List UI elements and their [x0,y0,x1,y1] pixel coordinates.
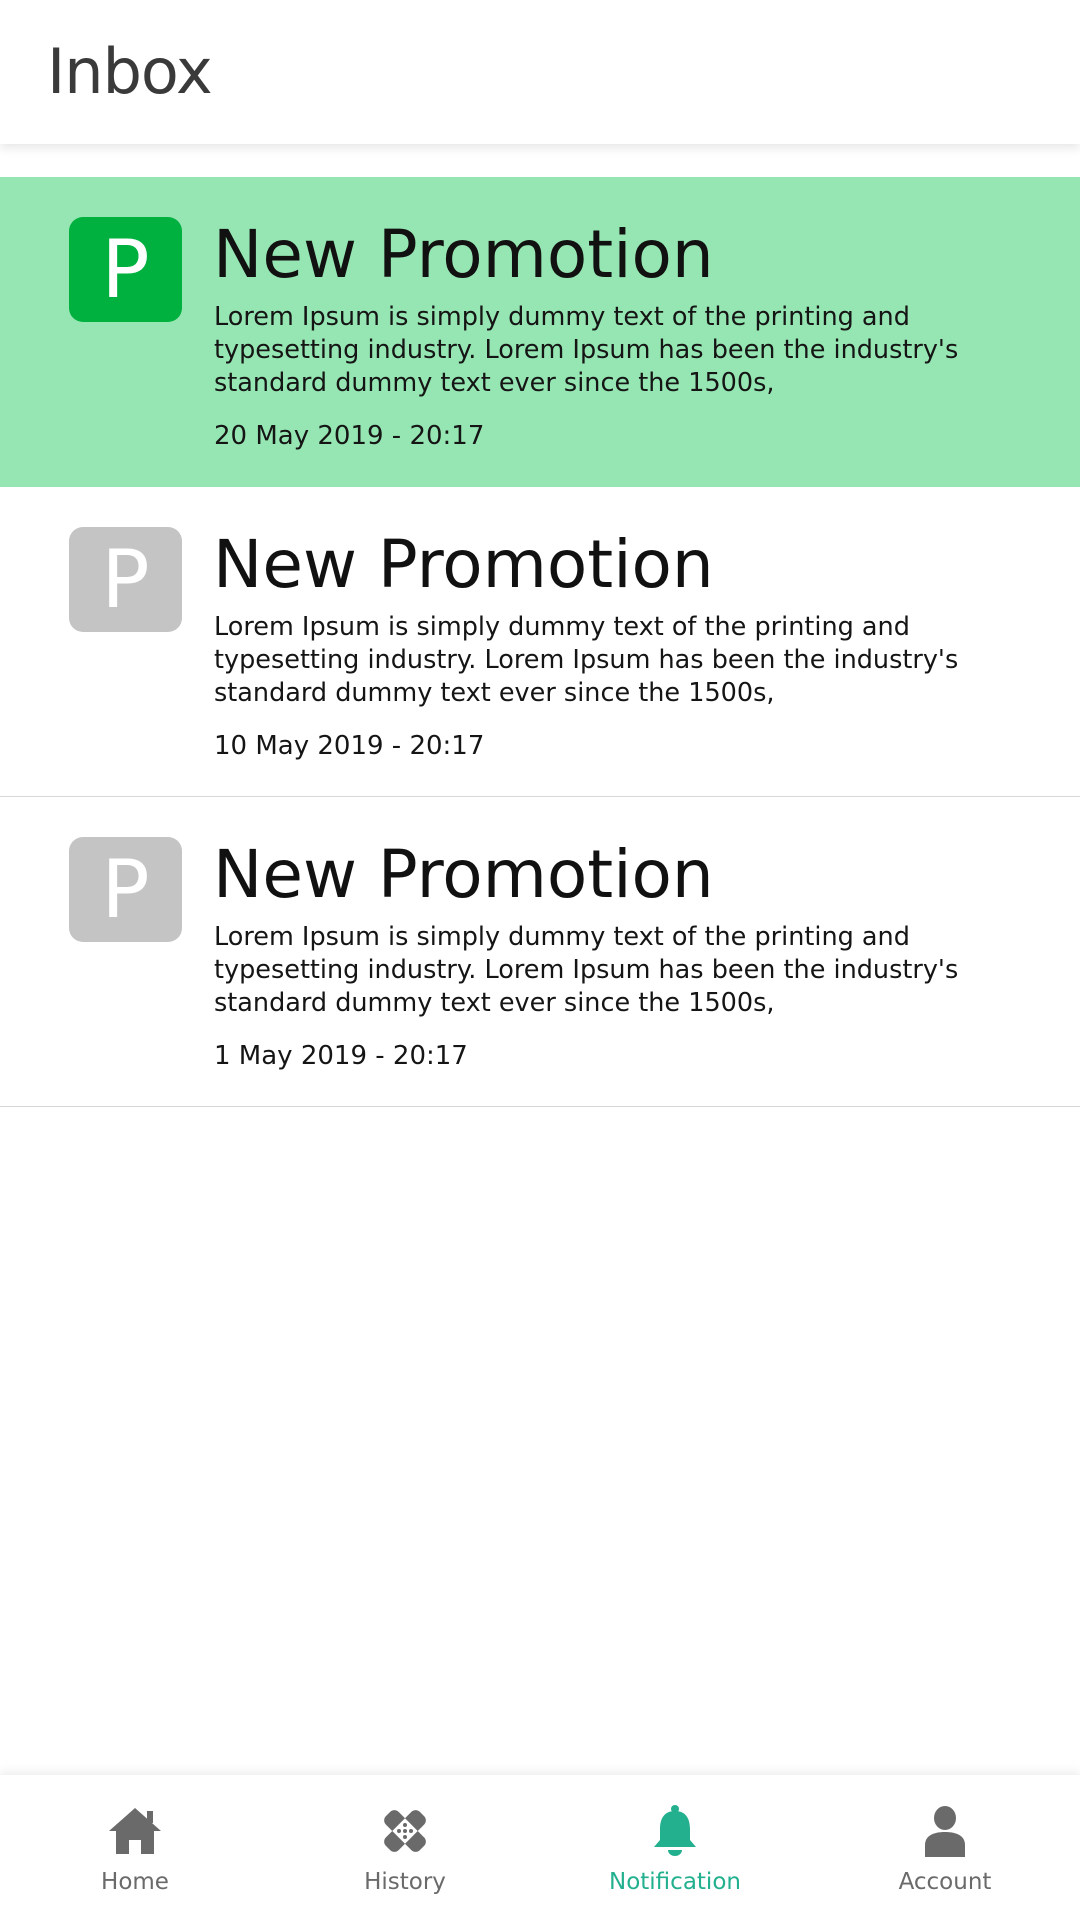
bell-icon [654,1805,696,1856]
notification-avatar: P [69,837,182,942]
bandage-icon [384,1810,426,1852]
notification-body: Lorem Ipsum is simply dummy text of the … [214,302,959,398]
notification-item[interactable]: P New Promotion Lorem Ipsum is simply du… [0,797,1080,1107]
inbox-screen: Inbox P New Promotion Lorem Ipsum is sim… [0,0,1080,1920]
notification-item[interactable]: P New Promotion Lorem Ipsum is simply du… [0,487,1080,797]
notification-date: 1 May 2019 - 20:17 [214,1041,468,1071]
nav-notification[interactable]: Notification [540,1775,810,1920]
home-icon [109,1808,161,1854]
notification-body: Lorem Ipsum is simply dummy text of the … [214,922,959,1018]
nav-history-label: History [364,1869,446,1895]
app-header: Inbox [0,0,1080,144]
notification-item[interactable]: P New Promotion Lorem Ipsum is simply du… [0,177,1080,487]
notification-body: Lorem Ipsum is simply dummy text of the … [214,612,959,708]
notification-date: 10 May 2019 - 20:17 [214,731,485,761]
notification-title: New Promotion [213,216,714,293]
nav-notification-label: Notification [609,1869,741,1895]
notification-avatar: P [69,217,182,322]
nav-history[interactable]: History [270,1775,540,1920]
nav-home[interactable]: Home [0,1775,270,1920]
notification-title: New Promotion [213,526,714,603]
notification-list: P New Promotion Lorem Ipsum is simply du… [0,177,1080,1107]
notification-title: New Promotion [213,836,714,913]
notification-avatar: P [69,527,182,632]
bottom-navigation: Home History Notification Account [0,1775,1080,1920]
notification-date: 20 May 2019 - 20:17 [214,421,485,451]
nav-account-label: Account [898,1869,992,1895]
nav-account[interactable]: Account [810,1775,1080,1920]
person-icon [925,1806,965,1857]
nav-home-label: Home [101,1869,169,1895]
page-title: Inbox [47,35,213,108]
